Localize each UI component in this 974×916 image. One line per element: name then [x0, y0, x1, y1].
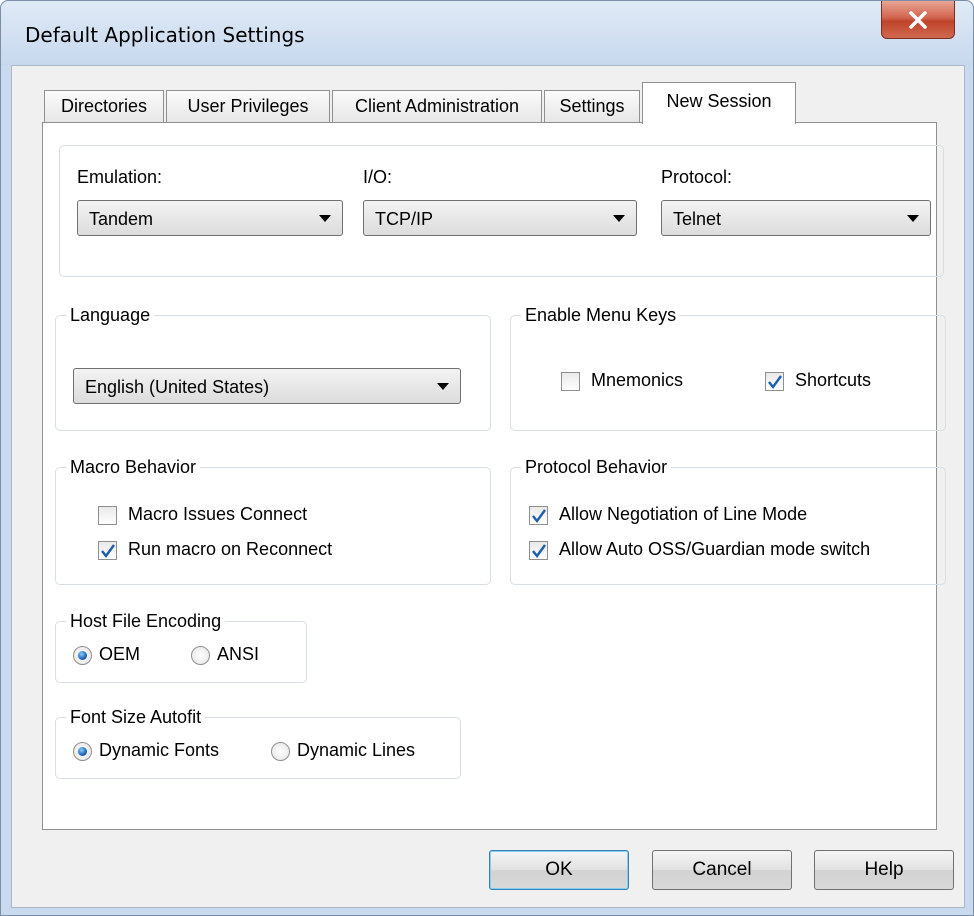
emulation-select[interactable]: Tandem — [77, 200, 343, 236]
window-title: Default Application Settings — [25, 23, 305, 47]
tab-user-privileges[interactable]: User Privileges — [166, 90, 330, 123]
menu-keys-legend: Enable Menu Keys — [521, 303, 681, 327]
close-icon — [909, 10, 927, 29]
checkbox-box — [98, 541, 117, 560]
radio-unselected-icon — [271, 742, 290, 761]
tab-settings[interactable]: Settings — [544, 90, 640, 123]
language-group: Language English (United States) — [55, 303, 491, 431]
checkmark-icon — [532, 544, 546, 558]
run-macro-on-reconnect-label: Run macro on Reconnect — [128, 539, 333, 559]
macro-behavior-group: Macro Behavior Macro Issues Connect Run … — [55, 455, 491, 585]
title-bar[interactable]: Default Application Settings — [1, 1, 973, 65]
radio-unselected-icon — [191, 646, 210, 665]
close-button[interactable] — [881, 1, 955, 39]
protocol-value: Telnet — [673, 209, 722, 229]
checkmark-icon — [101, 544, 115, 558]
dynamic-lines-label: Dynamic Lines — [297, 740, 416, 760]
dialog-body: Directories User Privileges Client Admin… — [11, 65, 965, 908]
language-value: English (United States) — [85, 377, 270, 397]
oss-guardian-switch-label: Allow Auto OSS/Guardian mode switch — [559, 539, 871, 559]
dialog-window: Default Application Settings Directories… — [0, 0, 974, 916]
radio-selected-icon — [73, 646, 92, 665]
line-mode-label: Allow Negotiation of Line Mode — [559, 504, 808, 524]
tab-label: New Session — [666, 91, 772, 111]
language-select[interactable]: English (United States) — [73, 368, 461, 404]
checkbox-box — [529, 506, 548, 525]
tab-label: Directories — [60, 96, 148, 116]
io-label: I/O: — [363, 167, 393, 187]
host-file-encoding-legend: Host File Encoding — [66, 609, 226, 633]
emulation-label: Emulation: — [77, 167, 163, 187]
io-value: TCP/IP — [375, 209, 434, 229]
radio-selected-icon — [73, 742, 92, 761]
tab-new-session[interactable]: New Session — [642, 82, 796, 124]
mnemonics-label: Mnemonics — [591, 370, 684, 390]
dynamic-fonts-label: Dynamic Fonts — [99, 740, 220, 760]
font-size-autofit-legend: Font Size Autofit — [66, 705, 206, 729]
connection-group: Emulation: Tandem I/O: TCP/IP Protocol: … — [59, 145, 944, 277]
cancel-button[interactable]: Cancel — [652, 850, 792, 890]
language-legend: Language — [66, 303, 155, 327]
macro-behavior-legend: Macro Behavior — [66, 455, 201, 479]
checkbox-box — [765, 372, 784, 391]
macro-issues-connect-label: Macro Issues Connect — [128, 504, 308, 524]
checkbox-box — [561, 372, 580, 391]
font-size-autofit-group: Font Size Autofit Dynamic Fonts Dynamic … — [55, 705, 461, 779]
ansi-label: ANSI — [217, 644, 260, 664]
emulation-value: Tandem — [89, 209, 154, 229]
checkbox-box — [98, 506, 117, 525]
oem-label: OEM — [99, 644, 141, 664]
protocol-label: Protocol: — [661, 167, 733, 187]
menu-keys-group: Enable Menu Keys Mnemonics Shortcuts — [510, 303, 946, 431]
tab-client-administration[interactable]: Client Administration — [332, 90, 542, 123]
host-file-encoding-group: Host File Encoding OEM ANSI — [55, 609, 307, 683]
io-select[interactable]: TCP/IP — [363, 200, 637, 236]
chevron-down-icon — [437, 383, 449, 390]
tab-label: User Privileges — [187, 96, 309, 116]
checkbox-box — [529, 541, 548, 560]
chevron-down-icon — [907, 215, 919, 222]
tab-directories[interactable]: Directories — [44, 90, 164, 123]
tab-label: Settings — [559, 96, 625, 116]
chevron-down-icon — [613, 215, 625, 222]
chevron-down-icon — [319, 215, 331, 222]
checkmark-icon — [768, 375, 782, 389]
ok-button[interactable]: OK — [489, 850, 629, 890]
shortcuts-label: Shortcuts — [795, 370, 872, 390]
protocol-behavior-legend: Protocol Behavior — [521, 455, 672, 479]
protocol-behavior-group: Protocol Behavior Allow Negotiation of L… — [510, 455, 946, 585]
new-session-panel: Emulation: Tandem I/O: TCP/IP Protocol: … — [42, 122, 946, 830]
help-button[interactable]: Help — [814, 850, 954, 890]
tab-label: Client Administration — [354, 96, 520, 116]
checkmark-icon — [532, 509, 546, 523]
protocol-select[interactable]: Telnet — [661, 200, 931, 236]
